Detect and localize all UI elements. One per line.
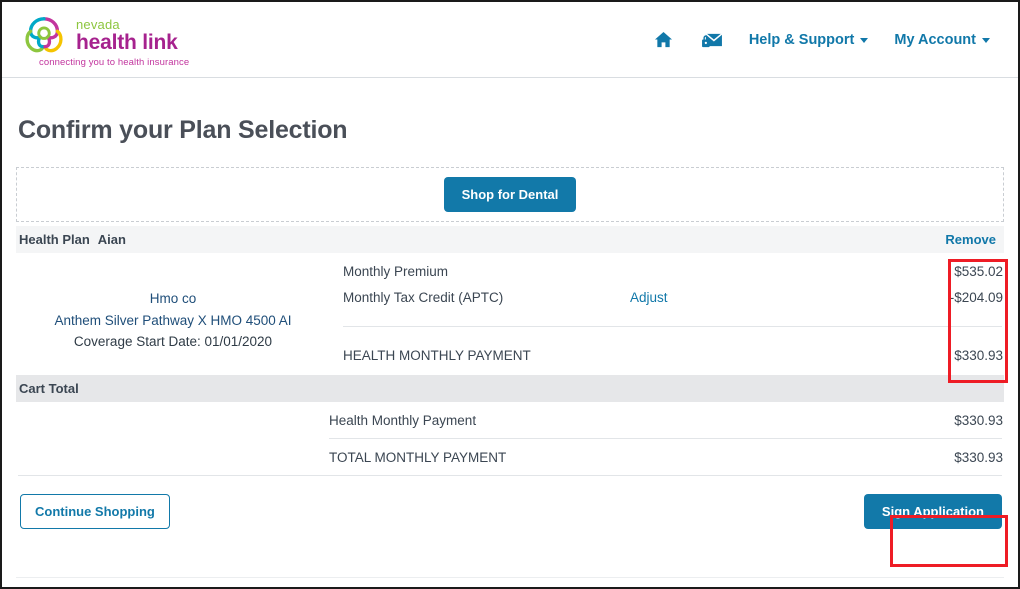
- charge-label: HEALTH MONTHLY PAYMENT: [343, 348, 531, 363]
- cart-total-band: Cart Total: [16, 375, 1004, 402]
- page-content: Confirm your Plan Selection Shop for Den…: [2, 78, 1018, 529]
- brand-logo[interactable]: nevada health link: [20, 2, 178, 62]
- nav-help-and-support[interactable]: Help & Support: [749, 32, 869, 48]
- cart-header-title-text: Health Plan: [19, 232, 90, 247]
- charge-amount: -$204.09: [949, 290, 1003, 305]
- cart-header-plan-kind: Aian: [97, 232, 126, 247]
- dental-promo-box: Shop for Dental: [16, 167, 1004, 222]
- plan-charges: Monthly Premium $535.02 Monthly Tax Cred…: [330, 253, 1004, 375]
- cart-header-title: Health Plan Aian: [19, 232, 126, 247]
- charge-label: Monthly Tax Credit (APTC): [343, 290, 504, 305]
- nevada-health-link-knot-icon: [20, 14, 68, 62]
- plan-row: Hmo co Anthem Silver Pathway X HMO 4500 …: [16, 253, 1004, 375]
- total-label: TOTAL MONTHLY PAYMENT: [329, 449, 507, 465]
- charge-row-health-monthly-payment: HEALTH MONTHLY PAYMENT $330.93: [330, 327, 1004, 363]
- total-label: Health Monthly Payment: [329, 412, 477, 428]
- nav-my-account[interactable]: My Account: [894, 32, 990, 48]
- chevron-down-icon: [860, 37, 869, 43]
- chevron-down-icon: [982, 37, 990, 43]
- main-navigation: Help & Support My Account: [653, 2, 1000, 51]
- brand-line-nevada: nevada: [76, 17, 120, 32]
- shop-for-dental-button[interactable]: Shop for Dental: [443, 177, 577, 212]
- charge-amount: $330.93: [954, 348, 1003, 363]
- confirm-plan-selection-page: nevada health link connecting you to hea…: [0, 0, 1020, 589]
- continue-shopping-button[interactable]: Continue Shopping: [20, 494, 170, 529]
- nav-help-and-support-label: Help & Support: [748, 32, 855, 48]
- total-row-health-monthly-payment: Health Monthly Payment $330.93: [16, 402, 1004, 438]
- total-row-total-monthly-payment: TOTAL MONTHLY PAYMENT $330.93: [16, 439, 1004, 475]
- charge-row-monthly-tax-credit: Monthly Tax Credit (APTC) Adjust -$204.0…: [330, 279, 1004, 305]
- adjust-aptc-link[interactable]: Adjust: [630, 290, 668, 305]
- total-amount: $330.93: [954, 449, 1003, 465]
- charge-label: Monthly Premium: [343, 264, 449, 279]
- action-bar: Continue Shopping Sign Application: [16, 476, 1004, 529]
- charge-action: Adjust: [630, 290, 936, 305]
- plan-coverage-start-date: Coverage Start Date: 01/01/2020: [73, 334, 273, 350]
- page-title: Confirm your Plan Selection: [18, 116, 348, 144]
- plan-info: Hmo co Anthem Silver Pathway X HMO 4500 …: [16, 288, 330, 375]
- brand-line-health-link: health link: [76, 31, 178, 54]
- remove-plan-link[interactable]: Remove: [945, 232, 999, 247]
- charge-row-monthly-premium: Monthly Premium $535.02: [330, 253, 1004, 279]
- plan-issuer: Hmo co: [149, 291, 197, 307]
- site-header: nevada health link connecting you to hea…: [2, 2, 1018, 78]
- cart-totals: Health Monthly Payment $330.93 TOTAL MON…: [16, 402, 1004, 476]
- cart-header-row: Health Plan Aian Remove: [16, 226, 1004, 253]
- plan-name: Anthem Silver Pathway X HMO 4500 AI: [54, 312, 292, 328]
- page-bottom-rule: [16, 577, 1004, 578]
- total-amount: $330.93: [954, 412, 1003, 428]
- brand-tagline: connecting you to health insurance: [39, 57, 190, 68]
- charge-amount: $535.02: [954, 264, 1003, 279]
- nav-my-account-label: My Account: [894, 32, 976, 48]
- home-icon[interactable]: [653, 29, 675, 51]
- secure-message-icon[interactable]: [701, 29, 723, 51]
- sign-application-button[interactable]: Sign Application: [863, 494, 1002, 529]
